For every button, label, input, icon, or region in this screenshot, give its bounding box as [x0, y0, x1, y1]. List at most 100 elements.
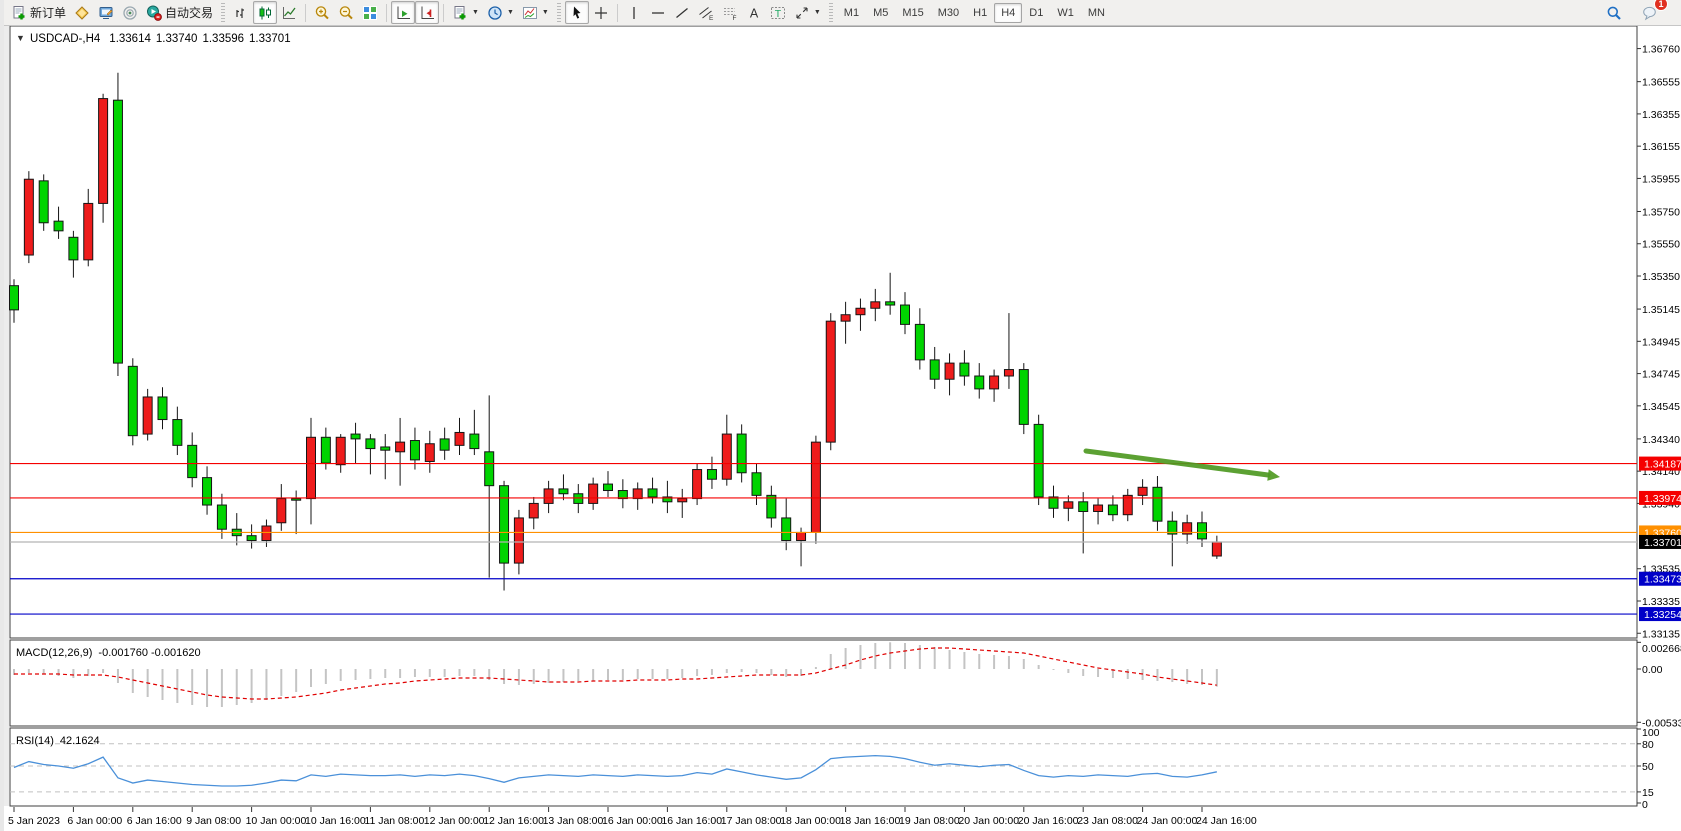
tab-timeframe-mn[interactable]: MN: [1081, 3, 1112, 23]
candle: [915, 324, 924, 359]
metaeditor-button[interactable]: [94, 1, 118, 24]
time-axis-label: 20 Jan 16:00: [1018, 815, 1079, 827]
svg-text:T: T: [775, 8, 782, 20]
horizontal-line-button[interactable]: [646, 1, 670, 24]
candle: [811, 442, 820, 532]
candle: [203, 478, 212, 505]
line-chart-button[interactable]: [277, 1, 301, 24]
candle: [930, 360, 939, 379]
time-axis-label: 12 Jan 16:00: [483, 815, 544, 827]
price-axis-label: 1.34545: [1642, 401, 1680, 413]
tab-timeframe-m30[interactable]: M30: [931, 3, 966, 23]
tab-timeframe-m5[interactable]: M5: [866, 3, 895, 23]
chevron-down-icon: ▼: [814, 9, 821, 16]
crosshair-button[interactable]: [589, 1, 613, 24]
periods-menu-button[interactable]: ▼: [483, 1, 518, 24]
text-icon: A: [746, 5, 762, 21]
price-axis-label: 1.36355: [1642, 109, 1680, 121]
tab-timeframe-m1[interactable]: M1: [837, 3, 866, 23]
search-button[interactable]: [1602, 1, 1626, 24]
chart-collapse-icon[interactable]: ▼: [16, 33, 25, 43]
chart-canvas[interactable]: 1.367601.365551.363551.361551.359551.357…: [4, 25, 1681, 831]
time-axis-label: 17 Jan 08:00: [721, 815, 782, 827]
time-axis-label: 6 Jan 00:00: [67, 815, 122, 827]
tile-windows-button[interactable]: [358, 1, 382, 24]
candle: [10, 286, 19, 310]
fibonacci-button[interactable]: F: [718, 1, 742, 24]
chevron-down-icon: ▼: [507, 9, 514, 16]
candle: [856, 308, 865, 314]
price-axis-label: 1.35955: [1642, 173, 1680, 185]
crosshair-icon: [593, 5, 609, 21]
candle: [39, 181, 48, 223]
candle: [960, 363, 969, 376]
shapes-button[interactable]: ▼: [790, 1, 825, 24]
candle: [678, 499, 687, 502]
macd-axis-label: 0.002668: [1642, 643, 1681, 655]
candle: [84, 203, 93, 259]
time-axis-label: 9 Jan 08:00: [186, 815, 241, 827]
price-axis-label: 1.34340: [1642, 434, 1680, 446]
trendline-button[interactable]: [670, 1, 694, 24]
time-axis-label: 11 Jan 08:00: [364, 815, 424, 827]
time-axis-label: 24 Jan 00:00: [1137, 815, 1198, 827]
zoom-in-button[interactable]: [310, 1, 334, 24]
candlestick-chart-button[interactable]: [253, 1, 277, 24]
bar-chart-button[interactable]: [229, 1, 253, 24]
mt4-window: 新订单 自动交易 ▼ ▼ ▼ EFA T ▼ M1M5M15M30H1H4D1W1MN 1 1.3…: [0, 0, 1681, 831]
vertical-line-button[interactable]: [622, 1, 646, 24]
candle: [470, 434, 479, 449]
candle: [633, 489, 642, 499]
rsi-axis-label: 15: [1642, 787, 1654, 799]
price-axis-label: 1.34745: [1642, 369, 1680, 381]
hline-icon: [650, 5, 666, 21]
zoom-out-icon: [338, 5, 354, 21]
text-button[interactable]: A: [742, 1, 766, 24]
tab-timeframe-w1[interactable]: W1: [1050, 3, 1081, 23]
new-chart-button[interactable]: ▼: [448, 1, 483, 24]
metaeditor-icon: [98, 5, 114, 21]
cursor-button[interactable]: [565, 1, 589, 24]
candle: [782, 518, 791, 541]
candle: [767, 495, 776, 518]
tab-timeframe-h1[interactable]: H1: [966, 3, 994, 23]
auto-scroll-button[interactable]: [391, 1, 415, 24]
pane-border-0: [10, 26, 1637, 638]
new-order-button[interactable]: 新订单: [7, 1, 70, 24]
signals-button[interactable]: [118, 1, 142, 24]
toolbar-grip: [829, 3, 833, 22]
price-flag-label: 1.33254: [1644, 609, 1681, 621]
candle: [693, 470, 702, 499]
text-label-icon: T: [770, 5, 786, 21]
candle: [1019, 370, 1028, 425]
candle: [455, 432, 464, 445]
autotrading-button[interactable]: 自动交易: [142, 1, 217, 24]
candle: [292, 499, 301, 501]
candle: [559, 489, 568, 494]
candle: [886, 302, 895, 305]
channel-icon: E: [698, 5, 714, 21]
tab-timeframe-d1[interactable]: D1: [1022, 3, 1050, 23]
candle: [425, 444, 434, 462]
toolbar-right: 1: [1602, 1, 1678, 24]
tab-timeframe-h4[interactable]: H4: [994, 3, 1022, 23]
notification-badge: 1: [1654, 0, 1668, 11]
price-flag-label: 1.33473: [1644, 574, 1681, 586]
indicators-button[interactable]: ▼: [518, 1, 553, 24]
profiles-button[interactable]: [70, 1, 94, 24]
time-axis-label: 12 Jan 00:00: [424, 815, 485, 827]
candle: [797, 532, 806, 540]
tab-timeframe-m15[interactable]: M15: [895, 3, 930, 23]
toolbar: 新订单 自动交易 ▼ ▼ ▼ EFA T ▼ M1M5M15M30H1H4D1W1MN 1: [4, 0, 1681, 26]
toolbar-separator: [386, 4, 387, 22]
price-flag-label: 1.34187: [1644, 459, 1681, 471]
chart-shift-button[interactable]: [415, 1, 439, 24]
channel-button[interactable]: E: [694, 1, 718, 24]
candle: [975, 376, 984, 389]
price-axis-label: 1.33135: [1642, 628, 1680, 640]
candle: [574, 494, 583, 504]
notifications-button[interactable]: 1: [1638, 1, 1662, 24]
text-label-button[interactable]: T: [766, 1, 790, 24]
zoom-out-button[interactable]: [334, 1, 358, 24]
window-left-edge: [4, 26, 9, 806]
